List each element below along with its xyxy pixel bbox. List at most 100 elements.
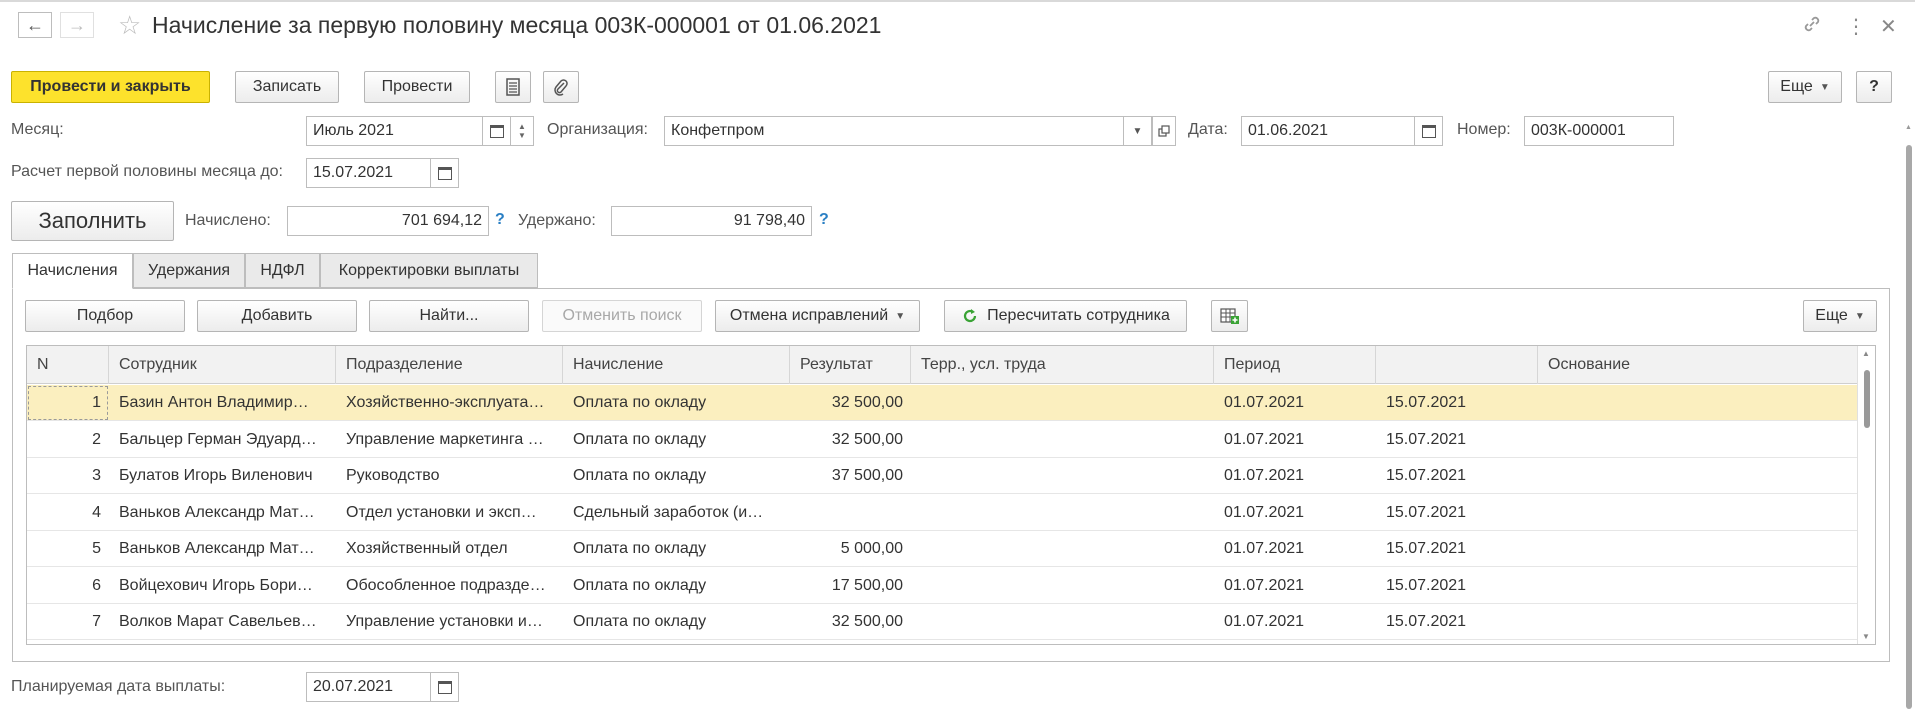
attachments-button[interactable] bbox=[543, 71, 579, 103]
recalculate-employee-button[interactable]: Пересчитать сотрудника bbox=[944, 300, 1187, 332]
cell-period-start: 01.07.2021 bbox=[1224, 576, 1305, 594]
month-label: Месяц: bbox=[11, 121, 64, 138]
favorite-star-icon[interactable]: ☆ bbox=[118, 10, 141, 41]
cell-period-start: 01.07.2021 bbox=[1224, 467, 1305, 484]
cell-employee: Булатов Игорь Виленович bbox=[119, 467, 313, 484]
column-header-employee[interactable]: Сотрудник bbox=[109, 346, 336, 384]
organization-field[interactable]: Конфетпром bbox=[664, 116, 1124, 146]
calc-until-field[interactable]: 15.07.2021 bbox=[306, 158, 431, 188]
cell-result: 37 500,00 bbox=[831, 467, 903, 484]
cell-accrual: Оплата по окладу bbox=[573, 394, 707, 411]
table-more-button[interactable]: Еще ▼ bbox=[1803, 300, 1877, 332]
date-field[interactable]: 01.06.2021 bbox=[1241, 116, 1415, 146]
organization-open-button[interactable] bbox=[1152, 116, 1176, 146]
refresh-icon bbox=[964, 309, 977, 323]
column-header-basis[interactable]: Основание bbox=[1538, 346, 1859, 384]
find-button[interactable]: Найти... bbox=[369, 300, 529, 332]
more-button[interactable]: Еще ▼ bbox=[1768, 71, 1842, 103]
cell-n: 6 bbox=[92, 576, 101, 594]
save-button[interactable]: Записать bbox=[235, 71, 339, 103]
help-button[interactable]: ? bbox=[1856, 71, 1892, 103]
column-header-accrual[interactable]: Начисление bbox=[563, 346, 790, 384]
withheld-help-icon[interactable]: ? bbox=[819, 211, 829, 229]
scroll-up-icon[interactable]: ▲ bbox=[1862, 349, 1870, 358]
column-header-n[interactable]: N bbox=[27, 346, 109, 384]
column-header-period[interactable]: Период bbox=[1214, 346, 1376, 384]
post-and-close-button[interactable]: Провести и закрыть bbox=[11, 71, 210, 103]
back-button[interactable]: ← bbox=[18, 12, 52, 38]
column-header-result[interactable]: Результат bbox=[790, 346, 911, 384]
cell-basis bbox=[1538, 495, 1859, 531]
cell-period-end: 15.07.2021 bbox=[1386, 540, 1467, 557]
pick-button[interactable]: Подбор bbox=[25, 300, 185, 332]
cell-period-end: 15.07.2021 bbox=[1386, 576, 1467, 594]
tab-accruals[interactable]: Начисления bbox=[12, 253, 133, 289]
close-icon[interactable]: ✕ bbox=[1880, 14, 1897, 39]
table-scrollbar[interactable]: ▲ ▼ bbox=[1857, 346, 1875, 644]
table-row[interactable]: 6 Войцехович Игорь Бори… Обособленное подр… bbox=[27, 568, 1859, 604]
chevron-down-icon: ▼ bbox=[895, 310, 906, 322]
forward-button[interactable]: → bbox=[60, 12, 94, 38]
table-row[interactable]: 1 Базин Антон Владимир… Хозяйственно-экспл… bbox=[27, 385, 1859, 421]
chevron-down-icon: ▼ bbox=[1854, 310, 1865, 322]
cell-n: 2 bbox=[92, 430, 101, 448]
table-header: N Сотрудник Подразделение Начисление Рез… bbox=[27, 346, 1859, 384]
table-row[interactable]: 2 Бальцер Герман Эдуард… Управление маркет… bbox=[27, 422, 1859, 458]
post-button[interactable]: Провести bbox=[364, 71, 470, 103]
fill-button[interactable]: Заполнить bbox=[11, 201, 174, 241]
tab-ndfl[interactable]: НДФЛ bbox=[245, 253, 320, 288]
cell-result: 32 500,00 bbox=[831, 430, 903, 448]
month-calendar-button[interactable] bbox=[483, 116, 511, 146]
add-button[interactable]: Добавить bbox=[197, 300, 357, 332]
number-field[interactable]: 003К-000001 bbox=[1524, 116, 1674, 146]
calc-until-calendar-button[interactable] bbox=[431, 158, 459, 188]
cell-department: Управление установки и… bbox=[346, 613, 543, 630]
accrued-label: Начислено: bbox=[185, 212, 271, 229]
table-row[interactable]: 7 Волков Марат Савельев… Управление устано… bbox=[27, 604, 1859, 640]
cell-result: 32 500,00 bbox=[831, 613, 903, 630]
cell-territory bbox=[911, 385, 1214, 421]
calc-until-label: Расчет первой половины месяца до: bbox=[11, 163, 283, 180]
number-label: Номер: bbox=[1457, 121, 1511, 138]
cell-department: Руководство bbox=[346, 467, 440, 484]
back-arrow-icon: ← bbox=[26, 14, 44, 35]
tab-deductions[interactable]: Удержания bbox=[133, 253, 245, 288]
cell-basis bbox=[1538, 531, 1859, 567]
cell-employee: Ваньков Александр Мат… bbox=[119, 503, 315, 521]
month-field[interactable]: Июль 2021 bbox=[306, 116, 483, 146]
column-header-period-end[interactable] bbox=[1376, 346, 1538, 384]
pay-date-field[interactable]: 20.07.2021 bbox=[306, 672, 431, 702]
column-header-territory[interactable]: Терр., усл. труда bbox=[911, 346, 1214, 384]
table-settings-button[interactable] bbox=[1211, 300, 1248, 332]
page-scroll-up-icon[interactable]: ▲ bbox=[1905, 124, 1912, 131]
more-menu-icon[interactable]: ⋮ bbox=[1846, 14, 1866, 39]
report-button[interactable] bbox=[495, 71, 531, 103]
spinner-up-icon: ▲ bbox=[518, 122, 526, 131]
pay-date-calendar-button[interactable] bbox=[431, 672, 459, 702]
recalculate-label: Пересчитать сотрудника bbox=[987, 307, 1170, 324]
cancel-fixes-button[interactable]: Отмена исправлений ▼ bbox=[715, 300, 920, 332]
open-form-icon bbox=[1158, 125, 1170, 137]
cell-department: Хозяйственный отдел bbox=[346, 540, 508, 557]
table-row[interactable]: 3 Булатов Игорь Виленович Руководство Оплат… bbox=[27, 458, 1859, 494]
cell-period-end: 15.07.2021 bbox=[1386, 613, 1467, 630]
month-spinner[interactable]: ▲ ▼ bbox=[511, 116, 534, 146]
accrued-help-icon[interactable]: ? bbox=[495, 211, 505, 229]
table-scroll-thumb[interactable] bbox=[1864, 370, 1870, 428]
tab-payment-adjustments[interactable]: Корректировки выплаты bbox=[320, 253, 538, 288]
page-scroll-thumb[interactable] bbox=[1906, 145, 1912, 709]
organization-dropdown-button[interactable]: ▼ bbox=[1124, 116, 1152, 146]
scroll-down-icon[interactable]: ▼ bbox=[1862, 632, 1870, 641]
cell-n: 5 bbox=[92, 540, 101, 557]
more-button-label: Еще bbox=[1780, 78, 1813, 95]
cell-accrual: Оплата по окладу bbox=[573, 540, 707, 557]
page-scrollbar[interactable]: ▲ bbox=[1905, 120, 1913, 709]
cell-department: Управление маркетинга … bbox=[346, 430, 544, 448]
table-row[interactable]: 5 Ваньков Александр Мат… Хозяйственный отд… bbox=[27, 531, 1859, 567]
cell-accrual: Оплата по окладу bbox=[573, 430, 707, 448]
date-calendar-button[interactable] bbox=[1415, 116, 1443, 146]
cancel-search-button[interactable]: Отменить поиск bbox=[542, 300, 702, 332]
column-header-department[interactable]: Подразделение bbox=[336, 346, 563, 384]
link-icon[interactable] bbox=[1802, 14, 1822, 39]
table-row[interactable]: 4 Ваньков Александр Мат… Отдел установки и… bbox=[27, 495, 1859, 531]
